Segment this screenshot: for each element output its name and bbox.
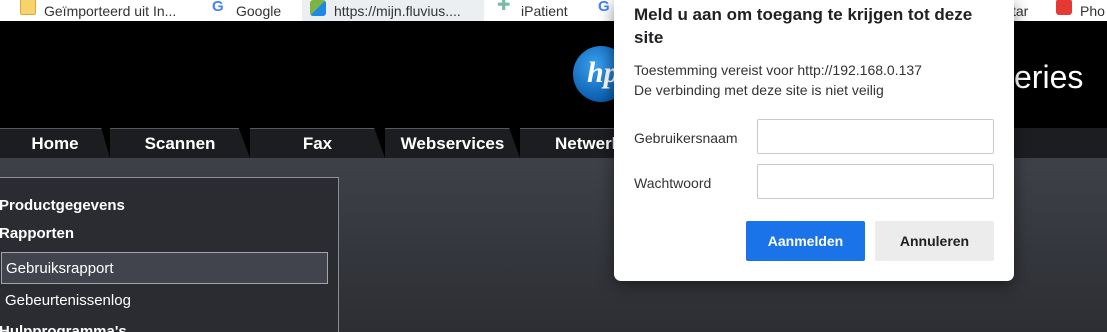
cancel-button[interactable]: Annuleren <box>875 221 994 261</box>
tab-webservices[interactable]: Webservices <box>385 128 520 158</box>
password-input[interactable] <box>757 164 994 199</box>
sidebar-item-gebeurtenissenlog[interactable]: Gebeurtenissenlog <box>1 284 328 316</box>
bookmark-label: iPatient <box>521 2 568 19</box>
sidebar-item-label: Gebruiksrapport <box>6 259 114 277</box>
ipatient-icon: ✚ <box>497 0 511 14</box>
bookmark-ipatient[interactable]: ✚ iPatient <box>497 0 587 21</box>
bookmark-label: Pho <box>1080 2 1105 19</box>
bookmark-label: Google <box>236 2 282 19</box>
bookmark-tar[interactable]: tar <box>1012 0 1042 21</box>
printer-series-title: eries <box>1014 59 1084 95</box>
dialog-title: Meld u aan om toegang te krijgen tot dez… <box>634 5 973 47</box>
bookmark-google[interactable]: G Google <box>212 0 302 21</box>
password-label: Wachtwoord <box>634 175 712 191</box>
sidebar: Productgegevens Rapporten Gebruiksrappor… <box>0 177 339 332</box>
bookmark-label: Geïmporteerd uit In... <box>44 2 177 19</box>
username-input[interactable] <box>757 119 994 154</box>
google-icon: G <box>212 0 224 15</box>
folder-icon <box>20 0 36 15</box>
dialog-permission-text: Toestemming vereist voor http://192.168.… <box>634 62 922 78</box>
sidebar-heading-rapporten[interactable]: Rapporten <box>0 225 74 242</box>
username-label: Gebruikersnaam <box>634 130 738 146</box>
dialog-security-warning: De verbinding met deze site is niet veil… <box>634 82 884 98</box>
bookmark-label: tar <box>1012 2 1029 19</box>
fluvius-icon <box>310 0 326 16</box>
bookmark-fluvius[interactable]: https://mijn.fluvius.... <box>302 0 484 21</box>
google-icon: G <box>598 0 610 15</box>
bookmark-label: https://mijn.fluvius.... <box>334 2 461 19</box>
sidebar-item-gebruiksrapport[interactable]: Gebruiksrapport <box>1 252 328 284</box>
signin-button[interactable]: Aanmelden <box>746 221 865 261</box>
bookmark-pho[interactable]: Pho <box>1056 0 1107 21</box>
bookmark-folder-imported[interactable]: Geïmporteerd uit In... <box>20 0 200 21</box>
tab-fax[interactable]: Fax <box>250 128 385 158</box>
sidebar-item-label: Gebeurtenissenlog <box>5 291 131 309</box>
login-dialog: Meld u aan om toegang te krijgen tot dez… <box>614 0 1014 281</box>
sidebar-heading-hulpprogrammas[interactable]: Hulpprogramma's <box>0 323 127 332</box>
sidebar-heading-productgegevens[interactable]: Productgegevens <box>0 197 125 214</box>
tab-home[interactable]: Home <box>0 128 110 158</box>
tab-scannen[interactable]: Scannen <box>110 128 250 158</box>
photo-icon <box>1056 0 1072 15</box>
